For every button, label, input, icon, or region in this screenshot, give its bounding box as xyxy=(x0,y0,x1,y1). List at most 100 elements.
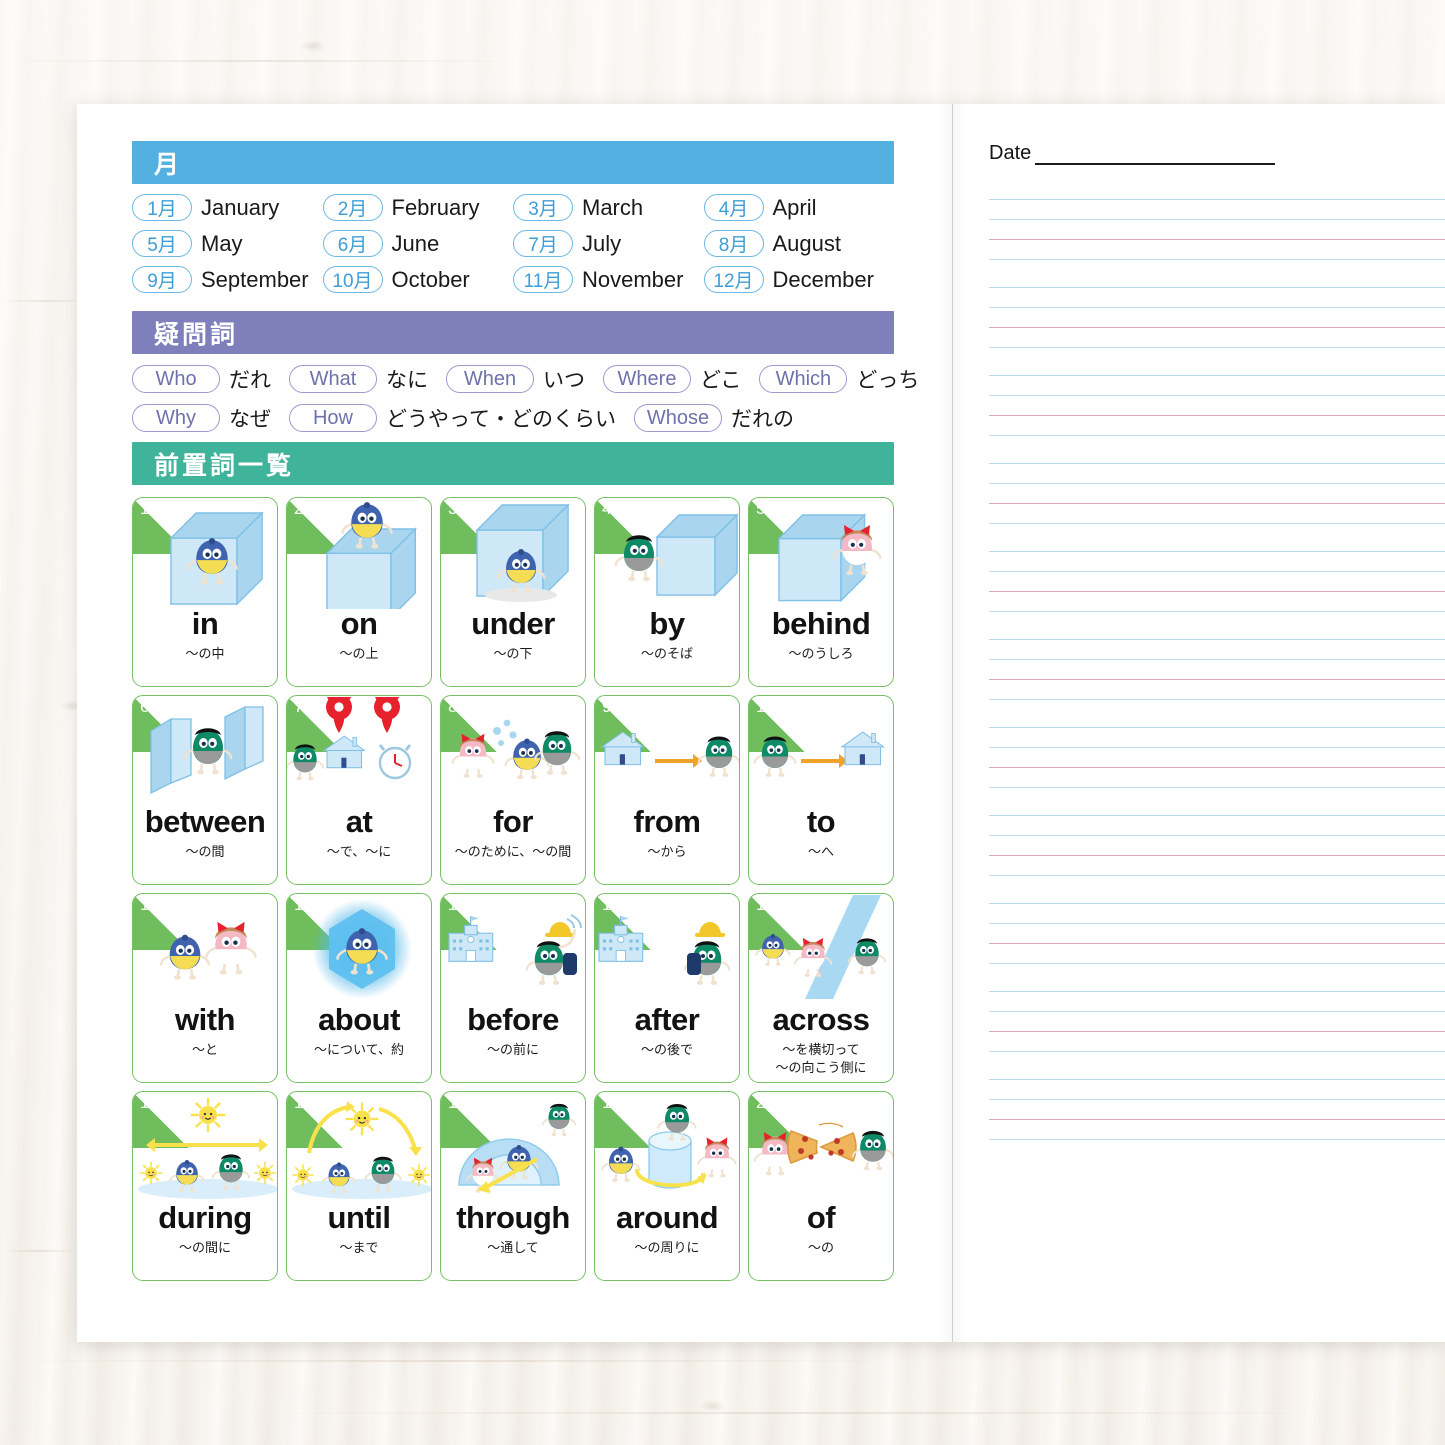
question-words-header-label: 疑問詞 xyxy=(154,320,239,349)
month-badge: 7月 xyxy=(513,230,573,257)
rule-line xyxy=(989,1099,1445,1100)
card-number: 14 xyxy=(602,895,621,914)
month-name: February xyxy=(391,194,480,220)
rule-line xyxy=(989,727,1445,728)
month-name: December xyxy=(772,266,874,292)
month-badge: 3月 xyxy=(513,194,573,221)
preposition-card[interactable]: 7 at ～で、～に xyxy=(286,695,432,885)
preposition-card[interactable]: 20 of ～の xyxy=(748,1091,894,1281)
rule-line xyxy=(989,991,1445,992)
card-word: from xyxy=(633,804,701,839)
preposition-card[interactable]: 15 across ～を横切って ～の向こう側に xyxy=(748,893,894,1083)
rule-line xyxy=(989,523,1445,524)
rule-line xyxy=(989,307,1445,308)
preposition-card[interactable]: 10 to ～へ xyxy=(748,695,894,885)
cube-character-behind-icon xyxy=(749,498,893,610)
preposition-card[interactable]: 17 until ～まで xyxy=(286,1091,432,1281)
month-entry: 3月 March xyxy=(513,194,704,221)
preposition-card[interactable]: 19 around ～の周りに xyxy=(594,1091,740,1281)
month-entry: 5月 May xyxy=(132,230,323,257)
date-write-line[interactable] xyxy=(1035,143,1276,165)
rule-line-baseline xyxy=(989,591,1445,592)
open-notebook: 月 1月 January 2月 February 3月 March 4月 April 5月 May… xyxy=(77,104,1445,1342)
question-word-badge: What xyxy=(289,365,377,393)
preposition-card[interactable]: 2 on ～の上 xyxy=(286,497,432,687)
rule-line-baseline xyxy=(989,239,1445,240)
month-badge: 6月 xyxy=(322,230,383,257)
handwriting-rules xyxy=(989,199,1445,1167)
rule-line xyxy=(989,463,1445,464)
question-words-list: Who だれ What なに When いつ Where どこ Which どっち Why なぜ How… xyxy=(132,364,919,433)
rule-line xyxy=(989,1051,1445,1052)
rule-line-group[interactable] xyxy=(989,1079,1445,1140)
rule-line-group[interactable] xyxy=(989,375,1445,436)
question-words-section-header: 疑問詞 xyxy=(132,311,894,354)
rule-line xyxy=(989,815,1445,816)
card-word: before xyxy=(467,1002,559,1037)
card-word: until xyxy=(327,1200,391,1235)
rule-line-baseline xyxy=(989,503,1445,504)
card-word: across xyxy=(772,1002,870,1037)
card-translation: ～の中 xyxy=(185,646,225,661)
card-translation: ～のうしろ xyxy=(788,646,854,661)
rule-line-group[interactable] xyxy=(989,199,1445,260)
question-word-badge: Who xyxy=(132,365,220,393)
month-badge: 4月 xyxy=(703,194,764,221)
card-word: at xyxy=(345,804,373,839)
month-entry: 7月 July xyxy=(513,230,704,257)
card-word: around xyxy=(615,1200,719,1235)
card-word: after xyxy=(634,1002,700,1037)
preposition-card[interactable]: 4 by ～のそば xyxy=(594,497,740,687)
rule-line-group[interactable] xyxy=(989,903,1445,964)
card-word: about xyxy=(318,1002,400,1037)
rule-line xyxy=(989,699,1445,700)
preposition-card[interactable]: 16 during ～の間に xyxy=(132,1091,278,1281)
month-badge: 5月 xyxy=(132,230,192,257)
card-translation: ～を横切って ～の向こう側に xyxy=(775,1042,867,1075)
prepositions-header-label: 前置詞一覧 xyxy=(154,451,295,480)
rule-line-baseline xyxy=(989,679,1445,680)
rule-line-group[interactable] xyxy=(989,287,1445,348)
month-entry: 2月 February xyxy=(322,194,514,221)
preposition-card[interactable]: 6 between ～の間 xyxy=(132,695,278,885)
rule-line xyxy=(989,835,1445,836)
card-word: behind xyxy=(771,606,871,641)
preposition-card[interactable]: 1 in ～の中 xyxy=(132,497,278,687)
month-entry: 4月 April xyxy=(703,194,895,221)
month-entry: 12月 December xyxy=(703,266,895,293)
rule-line-group[interactable] xyxy=(989,727,1445,788)
rule-line-group[interactable] xyxy=(989,463,1445,524)
date-field[interactable]: Date xyxy=(989,142,1276,165)
preposition-card[interactable]: 11 with ～と xyxy=(132,893,278,1083)
preposition-card[interactable]: 18 through ～通して xyxy=(440,1091,586,1281)
preposition-card[interactable]: 13 before ～の前に xyxy=(440,893,586,1083)
month-name: January xyxy=(201,194,280,220)
month-entry: 8月 August xyxy=(703,230,895,257)
rule-line xyxy=(989,483,1445,484)
question-word-badge: Which xyxy=(759,365,848,393)
preposition-card[interactable]: 12 about ～について、約 xyxy=(286,893,432,1083)
house-arrow-right-character-icon xyxy=(595,696,739,808)
preposition-card[interactable]: 5 behind ～のうしろ xyxy=(748,497,894,687)
question-word-translation: だれ xyxy=(229,369,271,392)
preposition-card[interactable]: 9 from ～から xyxy=(594,695,740,885)
screenshot-root: 月 1月 January 2月 February 3月 March 4月 April 5月 May… xyxy=(0,0,1445,1445)
rule-line-baseline xyxy=(989,415,1445,416)
question-word-badge: How xyxy=(289,404,377,432)
preposition-card[interactable]: 3 under ～の下 xyxy=(440,497,586,687)
question-word-translation: どこ xyxy=(700,369,742,392)
preposition-card-grid: 1 in ～の中 2 on ～の上 3 under ～の下 4 by ～のそば … xyxy=(132,497,894,1281)
preposition-card[interactable]: 8 for ～のために、～の間 xyxy=(440,695,586,885)
question-word-row: Why なぜ How どうやって・どのくらい Whose だれの xyxy=(132,403,894,433)
rule-line xyxy=(989,219,1445,220)
rule-line-group[interactable] xyxy=(989,815,1445,876)
month-badge: 1月 xyxy=(132,194,192,221)
preposition-card[interactable]: 14 after ～の後で xyxy=(594,893,740,1083)
cube-character-on-top-icon xyxy=(287,498,431,610)
rule-line-baseline xyxy=(989,767,1445,768)
rule-line-group[interactable] xyxy=(989,551,1445,612)
card-word: on xyxy=(340,606,378,641)
rule-line-baseline xyxy=(989,943,1445,944)
rule-line-group[interactable] xyxy=(989,639,1445,700)
rule-line-group[interactable] xyxy=(989,991,1445,1052)
